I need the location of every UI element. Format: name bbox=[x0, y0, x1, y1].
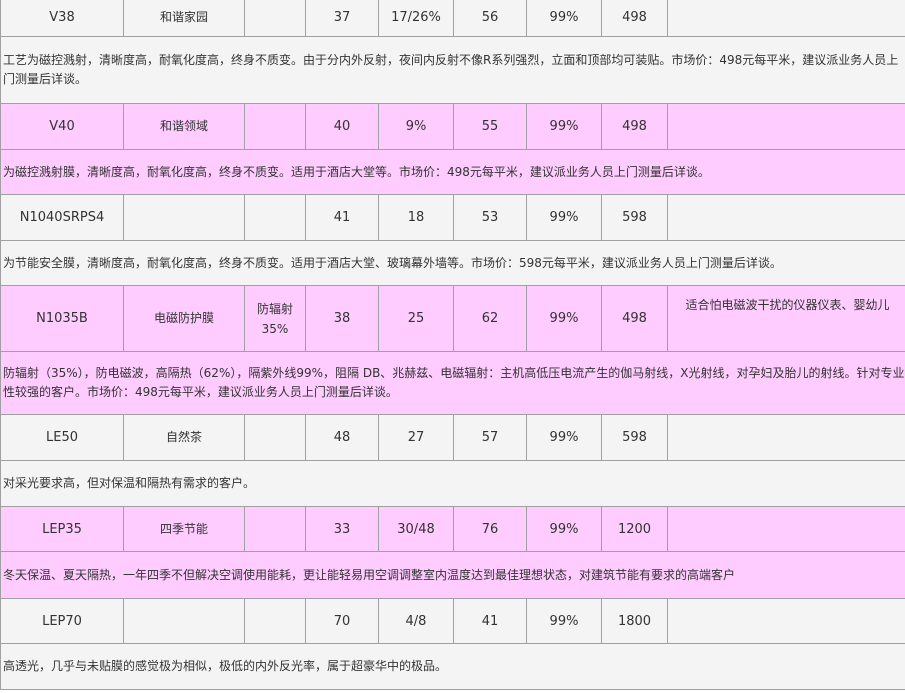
name-cell: 和谐家园 bbox=[123, 0, 245, 37]
uv-cell: 99% bbox=[526, 103, 602, 150]
note-cell bbox=[244, 506, 306, 552]
name-cell: 自然茶 bbox=[123, 414, 245, 461]
note-cell bbox=[244, 0, 306, 37]
uv-cell: 99% bbox=[526, 0, 602, 37]
value-cell-2: 27 bbox=[378, 414, 454, 461]
price-cell: 1800 bbox=[601, 598, 668, 644]
value-cell-2: 30/48 bbox=[378, 506, 454, 552]
value-cell-3: 53 bbox=[453, 194, 527, 241]
remark-cell bbox=[667, 103, 905, 150]
value-cell-1: 70 bbox=[305, 598, 379, 644]
table-row: V40 和谐领域 40 9% 55 99% 498 bbox=[0, 103, 905, 150]
price-cell: 598 bbox=[601, 414, 668, 461]
uv-cell: 99% bbox=[526, 598, 602, 644]
price-cell: 498 bbox=[601, 103, 668, 150]
model-cell: LEP35 bbox=[0, 506, 124, 552]
value-cell-1: 41 bbox=[305, 194, 379, 241]
name-cell bbox=[123, 194, 245, 241]
remark-cell: 适合怕电磁波干扰的仪器仪表、婴幼儿 bbox=[667, 285, 905, 352]
price-cell: 498 bbox=[601, 285, 668, 352]
value-cell-2: 4/8 bbox=[378, 598, 454, 644]
description-cell: 防辐射（35%），防电磁波，高隔热（62%），隔紫外线99%，阻隔 DB、兆赫兹… bbox=[0, 351, 905, 415]
value-cell-2: 18 bbox=[378, 194, 454, 241]
description-cell: 工艺为磁控溅射，清晰度高，耐氧化度高，终身不质变。由于分内外反射，夜间内反射不像… bbox=[0, 36, 905, 104]
uv-cell: 99% bbox=[526, 414, 602, 461]
uv-cell: 99% bbox=[526, 506, 602, 552]
table-row: N1040SRPS4 41 18 53 99% 598 bbox=[0, 194, 905, 241]
name-cell: 和谐领域 bbox=[123, 103, 245, 150]
description-cell: 高透光，几乎与未贴膜的感觉极为相似，极低的内外反光率，属于超豪华中的极品。 bbox=[0, 643, 905, 690]
model-cell: LEP70 bbox=[0, 598, 124, 644]
model-cell: LE50 bbox=[0, 414, 124, 461]
uv-cell: 99% bbox=[526, 285, 602, 352]
price-cell: 598 bbox=[601, 194, 668, 241]
note-cell bbox=[244, 598, 306, 644]
description-row: 对采光要求高，但对保温和隔热有需求的客户。 bbox=[0, 460, 905, 507]
model-cell: N1040SRPS4 bbox=[0, 194, 124, 241]
model-cell: V38 bbox=[0, 0, 124, 37]
description-row: 为节能安全膜，清晰度高，耐氧化度高，终身不质变。适用于酒店大堂、玻璃幕外墙等。市… bbox=[0, 240, 905, 286]
note-cell bbox=[244, 414, 306, 461]
uv-cell: 99% bbox=[526, 194, 602, 241]
name-cell: 电磁防护膜 bbox=[123, 285, 245, 352]
note-cell bbox=[244, 194, 306, 241]
value-cell-2: 17/26% bbox=[378, 0, 454, 37]
model-cell: V40 bbox=[0, 103, 124, 150]
value-cell-3: 55 bbox=[453, 103, 527, 150]
remark-cell bbox=[667, 598, 905, 644]
price-cell: 1200 bbox=[601, 506, 668, 552]
value-cell-1: 48 bbox=[305, 414, 379, 461]
value-cell-1: 40 bbox=[305, 103, 379, 150]
description-cell: 冬天保温、夏天隔热，一年四季不但解决空调使用能耗，更让能轻易用空调调整室内温度达… bbox=[0, 551, 905, 599]
film-product-table: V38 和谐家园 37 17/26% 56 99% 498 工艺为磁控溅射，清晰… bbox=[0, 0, 905, 690]
remark-cell bbox=[667, 0, 905, 37]
table-row: LEP35 四季节能 33 30/48 76 99% 1200 bbox=[0, 506, 905, 552]
table-row: V38 和谐家园 37 17/26% 56 99% 498 bbox=[0, 0, 905, 37]
name-cell: 四季节能 bbox=[123, 506, 245, 552]
note-cell bbox=[244, 103, 306, 150]
table-row: LE50 自然茶 48 27 57 99% 598 bbox=[0, 414, 905, 461]
value-cell-2: 25 bbox=[378, 285, 454, 352]
description-row: 为磁控溅射膜，清晰度高，耐氧化度高，终身不质变。适用于酒店大堂等。市场价：498… bbox=[0, 149, 905, 195]
value-cell-1: 33 bbox=[305, 506, 379, 552]
value-cell-3: 56 bbox=[453, 0, 527, 37]
value-cell-3: 57 bbox=[453, 414, 527, 461]
value-cell-3: 41 bbox=[453, 598, 527, 644]
value-cell-1: 38 bbox=[305, 285, 379, 352]
description-row: 防辐射（35%），防电磁波，高隔热（62%），隔紫外线99%，阻隔 DB、兆赫兹… bbox=[0, 351, 905, 415]
price-cell: 498 bbox=[601, 0, 668, 37]
note-cell: 防辐射35% bbox=[244, 285, 306, 352]
description-cell: 为磁控溅射膜，清晰度高，耐氧化度高，终身不质变。适用于酒店大堂等。市场价：498… bbox=[0, 149, 905, 195]
value-cell-3: 62 bbox=[453, 285, 527, 352]
value-cell-2: 9% bbox=[378, 103, 454, 150]
description-row: 高透光，几乎与未贴膜的感觉极为相似，极低的内外反光率，属于超豪华中的极品。 bbox=[0, 643, 905, 690]
remark-cell bbox=[667, 414, 905, 461]
value-cell-3: 76 bbox=[453, 506, 527, 552]
name-cell bbox=[123, 598, 245, 644]
description-cell: 对采光要求高，但对保温和隔热有需求的客户。 bbox=[0, 460, 905, 507]
remark-cell bbox=[667, 194, 905, 241]
remark-cell bbox=[667, 506, 905, 552]
description-cell: 为节能安全膜，清晰度高，耐氧化度高，终身不质变。适用于酒店大堂、玻璃幕外墙等。市… bbox=[0, 240, 905, 286]
description-row: 工艺为磁控溅射，清晰度高，耐氧化度高，终身不质变。由于分内外反射，夜间内反射不像… bbox=[0, 36, 905, 104]
table-row: LEP70 70 4/8 41 99% 1800 bbox=[0, 598, 905, 644]
model-cell: N1035B bbox=[0, 285, 124, 352]
description-row: 冬天保温、夏天隔热，一年四季不但解决空调使用能耗，更让能轻易用空调调整室内温度达… bbox=[0, 551, 905, 599]
value-cell-1: 37 bbox=[305, 0, 379, 37]
table-row: N1035B 电磁防护膜 防辐射35% 38 25 62 99% 498 适合怕… bbox=[0, 285, 905, 352]
